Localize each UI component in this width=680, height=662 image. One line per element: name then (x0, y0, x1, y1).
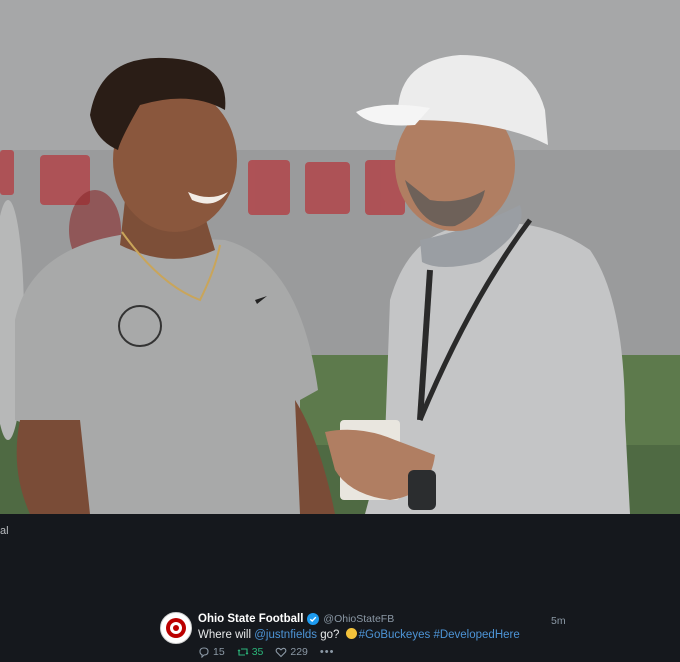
tweet-header: Ohio State Football @OhioStateFB (198, 613, 394, 625)
user-handle[interactable]: @OhioStateFB (323, 613, 394, 625)
cropped-edge-text: al (0, 525, 9, 537)
quoted-tweet[interactable]: Ohio State Football @OhioStateFB 5m Wher… (160, 610, 580, 662)
verified-badge-icon (307, 613, 320, 625)
tweet-timestamp[interactable]: 5m (551, 615, 566, 627)
retweet-icon (237, 648, 249, 656)
avatar[interactable] (160, 612, 192, 644)
display-name[interactable]: Ohio State Football (198, 613, 303, 625)
heart-icon (275, 647, 287, 658)
ohio-state-logo-icon (166, 618, 186, 638)
mention-link[interactable]: @justnfields (254, 629, 317, 641)
thinking-emoji-icon (345, 628, 357, 639)
reply-button[interactable]: 15 (198, 646, 225, 658)
tweet-text-middle: go? (317, 629, 343, 641)
reply-count: 15 (213, 646, 225, 658)
retweet-count: 35 (251, 646, 264, 658)
more-options-button[interactable]: ••• (320, 646, 335, 658)
tweet-actions: 15 35 229 ••• (198, 646, 334, 658)
hashtag-link-developedhere[interactable]: #DevelopedHere (433, 629, 519, 641)
retweet-button[interactable]: 35 (237, 646, 264, 658)
tweet-text: Where will @justnfields go? #GoBuckeyes … (198, 628, 520, 641)
like-count: 229 (290, 646, 308, 658)
reply-icon (199, 647, 209, 658)
tweet-text-prefix: Where will (198, 629, 255, 641)
tweet-photo[interactable] (0, 0, 680, 514)
hashtag-link-gobuckeyes[interactable]: #GoBuckeyes (359, 629, 431, 641)
like-button[interactable]: 229 (275, 646, 308, 658)
photo-illustration (0, 0, 680, 514)
